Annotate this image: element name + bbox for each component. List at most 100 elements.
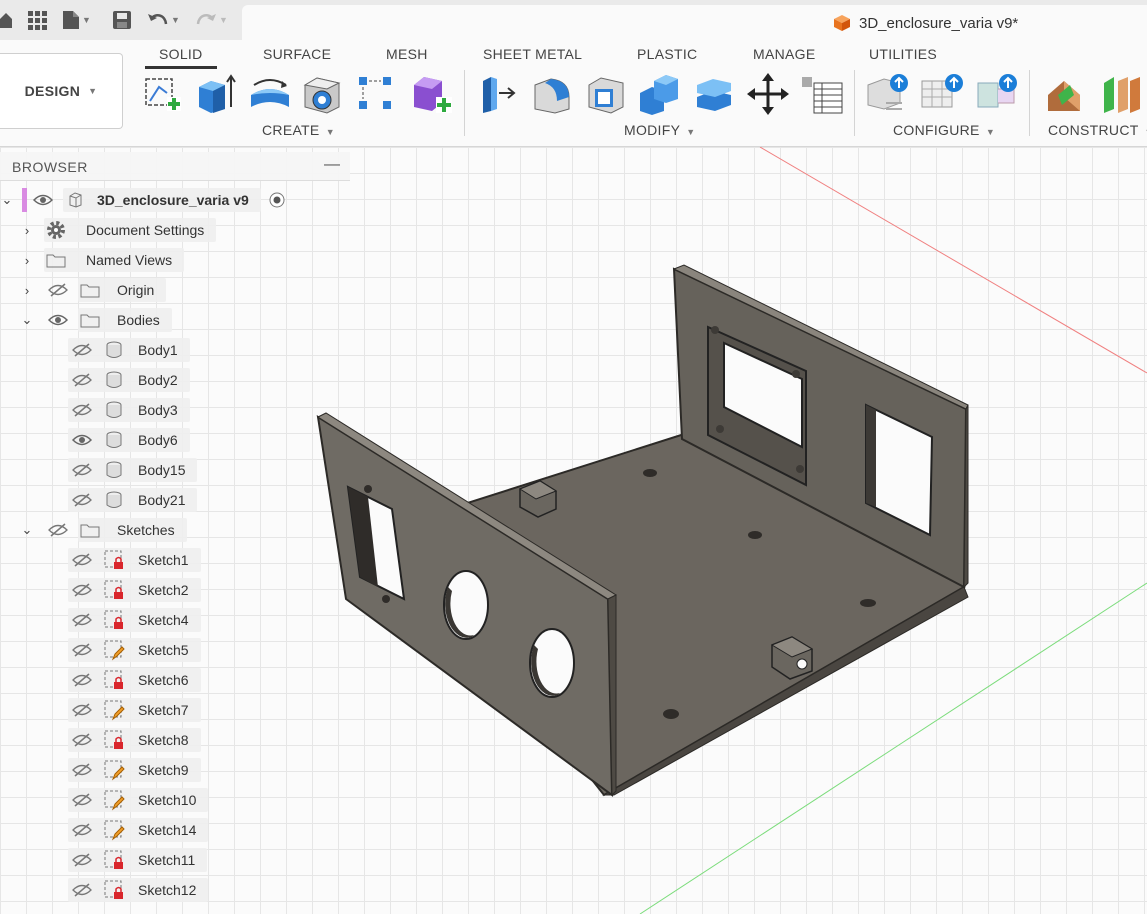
group-modify[interactable]: MODIFY ▼	[624, 122, 695, 138]
create-form-icon[interactable]	[408, 72, 452, 116]
extrude-icon[interactable]	[194, 72, 238, 116]
group-construct[interactable]: CONSTRUCT ▼	[1048, 122, 1147, 138]
revolve-icon[interactable]	[248, 72, 292, 116]
tree-item-sketch[interactable]: Sketch4	[68, 608, 201, 632]
workspace-switcher[interactable]: DESIGN ▼	[0, 53, 123, 129]
tree-item-sketch[interactable]: Sketch8	[68, 728, 201, 752]
visibility-hidden-icon[interactable]	[46, 278, 70, 302]
hole-icon[interactable]	[300, 72, 344, 116]
tree-item-sketch[interactable]: Sketch2	[68, 578, 201, 602]
chevron-right-icon[interactable]: ›	[20, 218, 34, 242]
offset-plane-icon[interactable]	[1044, 72, 1088, 116]
tree-item-label: Bodies	[117, 312, 160, 328]
fillet-icon[interactable]	[530, 72, 574, 116]
activate-radio-icon[interactable]	[265, 188, 289, 212]
tab-plastic[interactable]: PLASTIC	[637, 46, 697, 62]
visibility-hidden-icon[interactable]	[70, 758, 94, 782]
press-pull-icon[interactable]	[476, 72, 520, 116]
undo-icon[interactable]: ▼	[147, 8, 180, 32]
enclosure-body[interactable]	[316, 264, 969, 798]
chevron-right-icon[interactable]: ›	[20, 248, 34, 272]
file-menu-icon[interactable]: ▼	[62, 8, 91, 32]
tree-item-named-views[interactable]: Named Views	[44, 248, 185, 272]
configure-rules-icon[interactable]	[974, 72, 1018, 116]
change-parameters-icon[interactable]	[800, 72, 844, 116]
tree-item-sketch[interactable]: Sketch1	[68, 548, 201, 572]
tree-item-sketches[interactable]: Sketches	[46, 518, 187, 542]
tree-item-body[interactable]: Body2	[68, 368, 190, 392]
visibility-hidden-icon[interactable]	[70, 488, 94, 512]
shell-icon[interactable]	[584, 72, 628, 116]
visibility-eye-icon[interactable]	[31, 188, 55, 212]
body-cylinder-icon	[102, 488, 126, 512]
tree-item-bodies[interactable]: Bodies	[46, 308, 172, 332]
tree-item-sketch[interactable]: Sketch12	[68, 878, 209, 902]
tree-item-sketch[interactable]: Sketch10	[68, 788, 209, 812]
visibility-hidden-icon[interactable]	[70, 848, 94, 872]
visibility-hidden-icon[interactable]	[46, 518, 70, 542]
tab-solid[interactable]: SOLID	[145, 46, 217, 69]
chevron-down-icon[interactable]: ⌄	[0, 188, 14, 212]
tab-utilities[interactable]: UTILITIES	[869, 46, 937, 62]
visibility-hidden-icon[interactable]	[70, 398, 94, 422]
visibility-hidden-icon[interactable]	[70, 668, 94, 692]
tab-manage[interactable]: MANAGE	[753, 46, 815, 62]
tree-item-body[interactable]: Body1	[68, 338, 190, 362]
save-icon[interactable]	[112, 8, 132, 32]
group-create-label: CREATE	[262, 122, 320, 138]
tree-item-sketch[interactable]: Sketch7	[68, 698, 201, 722]
tab-sheet-metal[interactable]: SHEET METAL	[483, 46, 582, 62]
group-configure-label: CONFIGURE	[893, 122, 980, 138]
redo-icon[interactable]: ▼	[195, 8, 228, 32]
configure-design-icon[interactable]	[866, 72, 910, 116]
visibility-hidden-icon[interactable]	[70, 698, 94, 722]
tab-surface[interactable]: SURFACE	[263, 46, 331, 62]
chevron-down-icon[interactable]: ⌄	[20, 308, 34, 332]
sketch-locked-icon	[102, 548, 126, 572]
visibility-hidden-icon[interactable]	[70, 338, 94, 362]
configuration-table-icon[interactable]	[920, 72, 964, 116]
tree-item-body[interactable]: Body15	[68, 458, 198, 482]
tab-mesh[interactable]: MESH	[386, 46, 428, 62]
sketch-locked-icon	[102, 578, 126, 602]
tree-item-sketch[interactable]: Sketch5	[68, 638, 201, 662]
visibility-hidden-icon[interactable]	[70, 638, 94, 662]
combine-icon[interactable]	[638, 72, 682, 116]
visibility-hidden-icon[interactable]	[70, 578, 94, 602]
visibility-hidden-icon[interactable]	[70, 818, 94, 842]
move-copy-icon[interactable]	[746, 72, 790, 116]
chevron-right-icon[interactable]: ›	[20, 278, 34, 302]
tree-item-body[interactable]: Body3	[68, 398, 190, 422]
tree-item-sketch[interactable]: Sketch9	[68, 758, 201, 782]
tree-item-document-settings[interactable]: Document Settings	[44, 218, 217, 242]
group-create[interactable]: CREATE ▼	[262, 122, 335, 138]
visibility-hidden-icon[interactable]	[70, 608, 94, 632]
tree-root[interactable]: 3D_enclosure_varia v9	[22, 188, 289, 212]
browser-collapse-button[interactable]: —	[324, 156, 340, 174]
chevron-down-icon[interactable]: ⌄	[20, 518, 34, 542]
visibility-eye-icon[interactable]	[46, 308, 70, 332]
visibility-hidden-icon[interactable]	[70, 458, 94, 482]
tree-item-body[interactable]: Body6	[68, 428, 190, 452]
visibility-eye-icon[interactable]	[70, 428, 94, 452]
tree-item-body[interactable]: Body21	[68, 488, 198, 512]
plane-at-angle-icon[interactable]	[1098, 72, 1142, 116]
tree-item-origin[interactable]: Origin	[46, 278, 167, 302]
data-panel-grid-icon[interactable]	[27, 8, 47, 32]
visibility-hidden-icon[interactable]	[70, 728, 94, 752]
sketch-edit-icon	[102, 758, 126, 782]
offset-face-icon[interactable]	[692, 72, 736, 116]
tree-item-sketch[interactable]: Sketch14	[68, 818, 209, 842]
pattern-icon[interactable]	[354, 72, 398, 116]
tree-item-sketch[interactable]: Sketch11	[68, 848, 208, 872]
visibility-hidden-icon[interactable]	[70, 548, 94, 572]
visibility-hidden-icon[interactable]	[70, 788, 94, 812]
gear-icon	[44, 218, 68, 242]
home-icon[interactable]	[0, 8, 12, 32]
tree-item-sketch[interactable]: Sketch6	[68, 668, 201, 692]
group-configure[interactable]: CONFIGURE ▼	[893, 122, 995, 138]
folder-icon	[78, 278, 102, 302]
visibility-hidden-icon[interactable]	[70, 878, 94, 902]
visibility-hidden-icon[interactable]	[70, 368, 94, 392]
create-sketch-icon[interactable]	[140, 72, 184, 116]
